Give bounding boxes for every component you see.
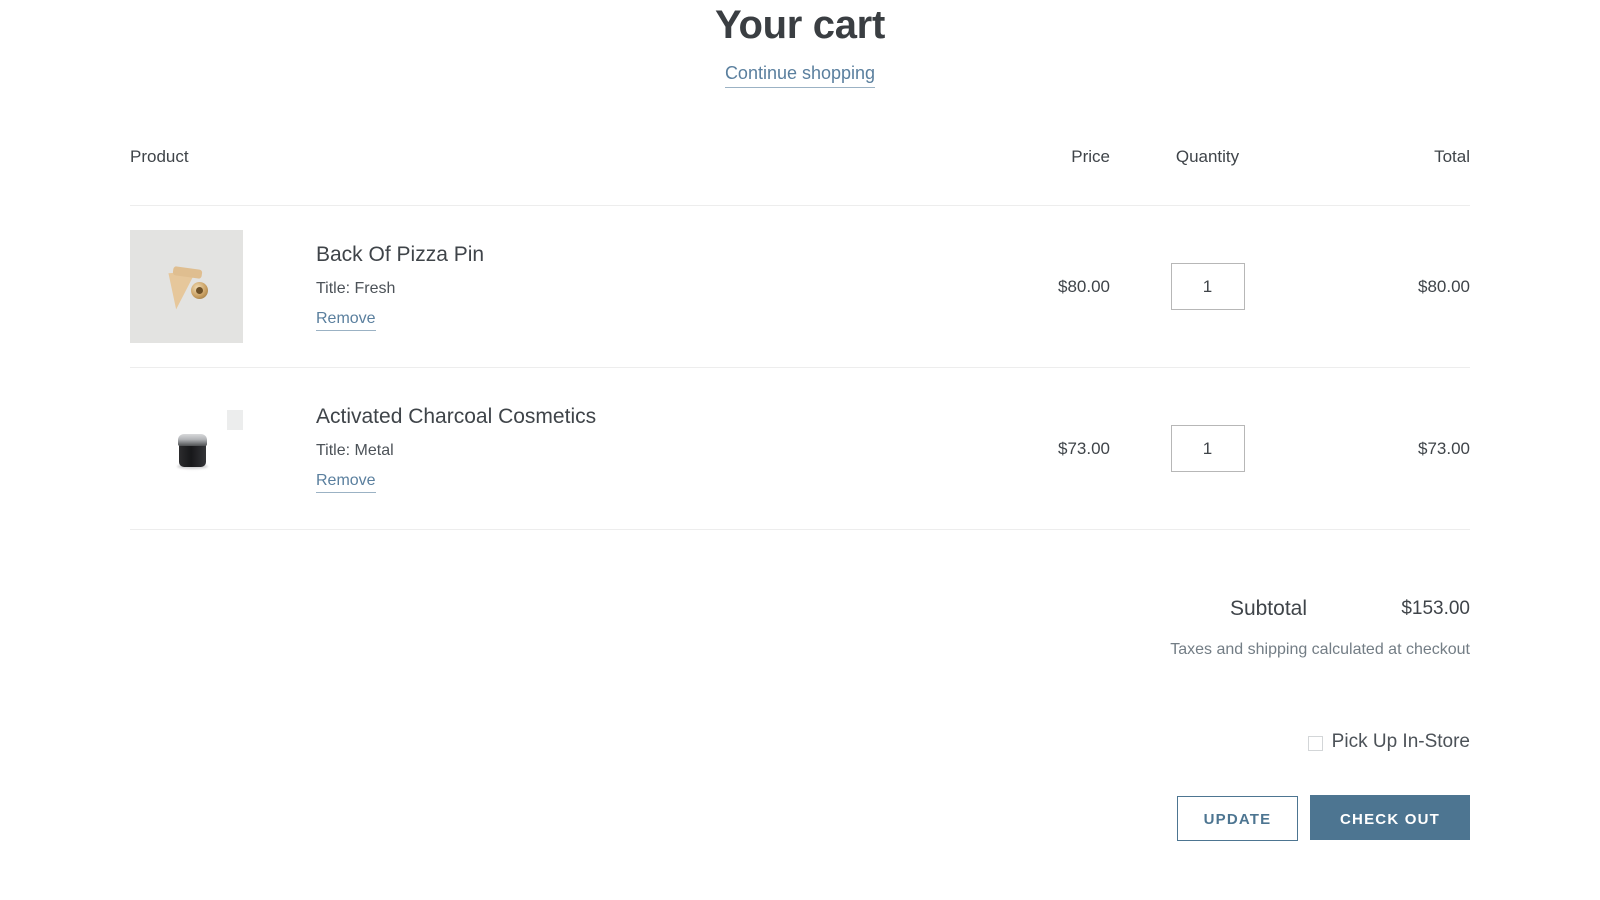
product-price: $73.00 bbox=[930, 368, 1110, 530]
quantity-cell bbox=[1110, 206, 1305, 368]
product-details: Activated Charcoal Cosmetics Title: Meta… bbox=[243, 404, 596, 493]
product-details: Back Of Pizza Pin Title: Fresh Remove bbox=[243, 242, 484, 331]
product-variant: Title: Metal bbox=[316, 441, 596, 460]
pickup-in-store-label[interactable]: Pick Up In-Store bbox=[1332, 731, 1470, 753]
cart-header: Your cart Continue shopping bbox=[130, 0, 1470, 88]
quantity-input[interactable] bbox=[1171, 263, 1245, 310]
cart-totals: Subtotal $153.00 Taxes and shipping calc… bbox=[130, 532, 1470, 659]
thumbnail-image bbox=[130, 230, 243, 343]
pizza-slice-pin-thumbnail[interactable] bbox=[130, 230, 243, 343]
continue-shopping-row: Continue shopping bbox=[130, 63, 1470, 88]
pin-clutch-center bbox=[196, 287, 203, 294]
charcoal-jar-thumbnail[interactable] bbox=[130, 392, 243, 505]
jar-lid-shape bbox=[178, 434, 207, 446]
product-variant: Title: Fresh bbox=[316, 279, 484, 298]
thumbnail-image bbox=[130, 392, 243, 505]
subtotal-row: Subtotal $153.00 bbox=[130, 596, 1470, 621]
remove-link[interactable]: Remove bbox=[316, 309, 376, 331]
column-header-quantity: Quantity bbox=[1110, 147, 1305, 206]
continue-shopping-link[interactable]: Continue shopping bbox=[725, 63, 875, 88]
background-patch bbox=[227, 410, 243, 430]
subtotal-label: Subtotal bbox=[1230, 596, 1307, 621]
checkout-button[interactable]: Check out bbox=[1310, 795, 1470, 840]
cart-table-header: Product Price Quantity Total bbox=[130, 147, 1470, 206]
product-line-total: $73.00 bbox=[1305, 368, 1470, 530]
product-cell: Activated Charcoal Cosmetics Title: Meta… bbox=[130, 368, 930, 530]
column-header-price: Price bbox=[930, 147, 1110, 206]
cart-actions: Update Check out bbox=[130, 753, 1470, 841]
product-title[interactable]: Back Of Pizza Pin bbox=[316, 242, 484, 267]
table-header-row: Product Price Quantity Total bbox=[130, 147, 1470, 206]
product-cell: Back Of Pizza Pin Title: Fresh Remove bbox=[130, 206, 930, 368]
update-button[interactable]: Update bbox=[1177, 796, 1298, 841]
quantity-cell bbox=[1110, 368, 1305, 530]
column-header-total: Total bbox=[1305, 147, 1470, 206]
cart-table: Product Price Quantity Total bbox=[130, 147, 1470, 532]
pickup-in-store-row[interactable]: Pick Up In-Store bbox=[130, 659, 1470, 753]
page-title: Your cart bbox=[130, 0, 1470, 48]
product-price: $80.00 bbox=[930, 206, 1110, 368]
pickup-in-store-checkbox[interactable] bbox=[1308, 736, 1323, 751]
cart-page: Your cart Continue shopping Product Pric… bbox=[0, 0, 1600, 900]
remove-link[interactable]: Remove bbox=[316, 471, 376, 493]
subtotal-value: $153.00 bbox=[1307, 596, 1470, 621]
table-row: Back Of Pizza Pin Title: Fresh Remove $8… bbox=[130, 206, 1470, 368]
quantity-input[interactable] bbox=[1171, 425, 1245, 472]
table-row: Activated Charcoal Cosmetics Title: Meta… bbox=[130, 368, 1470, 530]
cart-table-body: Back Of Pizza Pin Title: Fresh Remove $8… bbox=[130, 206, 1470, 533]
product-line-total: $80.00 bbox=[1305, 206, 1470, 368]
product-title[interactable]: Activated Charcoal Cosmetics bbox=[316, 404, 596, 429]
column-header-product: Product bbox=[130, 147, 930, 206]
tax-shipping-note: Taxes and shipping calculated at checkou… bbox=[130, 640, 1470, 659]
